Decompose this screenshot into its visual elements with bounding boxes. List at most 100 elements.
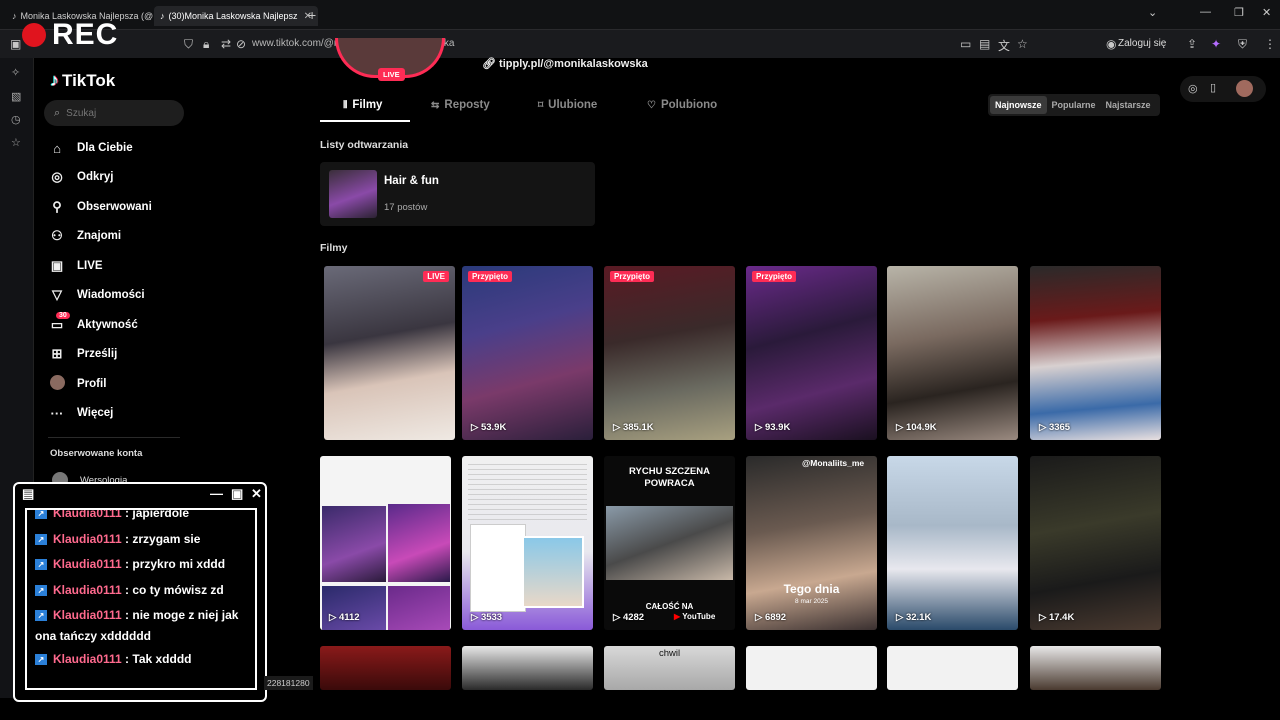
tiktok-tab-icon: ♪ [12, 11, 17, 21]
chat-username: Klaudia0111 [53, 582, 122, 597]
video-thumb-5[interactable]: ▷ 104.9K [887, 266, 1018, 440]
history-icon[interactable]: ◷ [11, 113, 21, 126]
shield-icon[interactable]: ⛉ [184, 37, 193, 52]
avatar[interactable] [1236, 80, 1253, 97]
phone-icon[interactable]: ▯ [1210, 81, 1216, 94]
sidebar-item-more[interactable]: ··· Więcej [48, 402, 114, 424]
compass-icon[interactable]: ◎ [1188, 82, 1198, 95]
minimize-icon[interactable]: — [1200, 6, 1211, 18]
login-button[interactable]: Zaloguj się [1118, 38, 1166, 49]
tab-label: Polubiono [660, 99, 718, 111]
sidebar-item-explore[interactable]: ◎ Odkryj [48, 166, 113, 188]
video-thumb-1[interactable]: LIVE [324, 266, 455, 440]
bookmark-star-icon[interactable]: ☆ [1017, 37, 1028, 51]
sidebar-item-following[interactable]: ⚲ Obserwowani [48, 196, 152, 218]
video-collage-tile [388, 586, 450, 630]
video-thumb-11[interactable]: ▷ 32.1K [887, 456, 1018, 630]
sidebar-item-label: Dla Ciebie [77, 142, 133, 154]
sidebar-item-upload[interactable]: ⊞ Prześlij [48, 343, 118, 365]
sidebar-item-messages[interactable]: ▽ Wiadomości [48, 284, 145, 306]
translate-icon[interactable]: 文 [998, 37, 1010, 54]
collections-icon[interactable]: ▧ [11, 90, 21, 103]
search-input[interactable] [66, 107, 167, 119]
video-thumb-13[interactable] [320, 646, 451, 690]
ai-sparkle-icon[interactable]: ✧ [11, 66, 20, 79]
compass-icon: ◎ [51, 169, 63, 184]
tab-videos[interactable]: ⦀ Filmy [343, 99, 382, 111]
favorites-star-icon[interactable]: ☆ [11, 136, 21, 149]
video-thumb-2[interactable]: Przypięto ▷ 53.9K [462, 266, 593, 440]
active-tab-indicator [320, 120, 410, 122]
search-box[interactable]: ⌕ [44, 100, 184, 126]
lock-icon[interactable]: 🔒︎ [203, 37, 209, 52]
sidebar-item-live[interactable]: ▣ LIVE [48, 255, 103, 277]
sidebar-item-profile[interactable]: Profil [48, 373, 106, 395]
extension-icon[interactable]: ✦ [1211, 37, 1221, 51]
video-thumb-3[interactable]: Przypięto ▷ 385.1K [604, 266, 735, 440]
shield-extension-icon[interactable]: ⛨ [1238, 37, 1247, 52]
video-overlay-date: 8 mar 2025 [795, 598, 828, 605]
reader-icon[interactable]: ▤ [979, 37, 990, 51]
new-tab-icon[interactable]: + [308, 7, 316, 23]
live-icon: ▣ [50, 258, 64, 273]
chat-message: ↗ Klaudia0111 : przykro mi xddd [27, 552, 255, 578]
sort-popular-button[interactable]: Popularne [1047, 96, 1101, 114]
video-thumb-17[interactable] [887, 646, 1018, 690]
tab-reposts[interactable]: ⇆ Reposty [431, 99, 490, 111]
video-thumb-7[interactable]: ▷ 4112 [320, 456, 451, 630]
user-badge-icon: ↗ [35, 610, 47, 622]
profile-link[interactable]: 🔗︎ tipply.pl/@monikalaskowska [482, 57, 648, 70]
chat-minimize-icon[interactable]: — [210, 486, 223, 501]
chat-maximize-icon[interactable]: ▣ [231, 486, 243, 502]
video-views: ▷ 4282 [613, 612, 645, 623]
permissions-icon[interactable]: ⇄ [221, 37, 231, 51]
playlists-heading: Listy odtwarzania [320, 139, 409, 151]
youtube-label: YouTube [682, 612, 716, 621]
youtube-play-icon: ▶ [674, 612, 681, 621]
tracking-icon[interactable]: ⊘ [236, 37, 246, 51]
sidebar-item-for-you[interactable]: ⌂ Dla Ciebie [48, 137, 133, 159]
sidebar-item-activity[interactable]: ▭ 30 Aktywność [48, 312, 138, 336]
video-thumb-9[interactable]: RYCHU SZCZENA POWRACA CAŁOŚĆ NA ▶ YouTub… [604, 456, 735, 630]
playlist-card[interactable]: Hair & fun 17 postów [320, 162, 595, 226]
sidebar-toggle-icon[interactable]: ▣ [10, 37, 21, 51]
tab-list-chevron-icon[interactable]: ⌄ [1148, 6, 1157, 19]
video-thumb-14[interactable] [462, 646, 593, 690]
tiktok-logo[interactable]: ♪ TikTok [50, 70, 115, 91]
video-thumb-12[interactable]: ▷ 17.4K [1030, 456, 1161, 630]
tab-favorites[interactable]: ⌑ Ulubione [538, 99, 597, 111]
chat-text: : Tak xdddd [121, 652, 192, 666]
share-icon[interactable]: ⇪ [1187, 37, 1197, 51]
video-thumb-6[interactable]: ▷ 3365 [1030, 266, 1161, 440]
video-thumb-8[interactable]: ▷ 3533 [462, 456, 593, 630]
sort-oldest-button[interactable]: Najstarsze [1101, 96, 1156, 114]
menu-icon[interactable]: ⋮ [1264, 37, 1276, 51]
video-view-count: 17.4K [1048, 612, 1075, 623]
video-thumb-10[interactable]: @Monaliits_me Tego dnia 8 mar 2025 ▷ 689… [746, 456, 877, 630]
sidebar-item-friends[interactable]: ⚇ Znajomi [48, 225, 121, 247]
heart-icon: ♡ [647, 99, 656, 111]
video-collage-tile [322, 506, 386, 582]
close-window-icon[interactable]: ✕ [1262, 6, 1271, 19]
videos-heading: Filmy [320, 242, 348, 254]
video-thumb-18[interactable] [1030, 646, 1161, 690]
chat-username: Klaudia0111 [53, 508, 122, 520]
media-icon[interactable]: ▭ [960, 37, 971, 51]
maximize-icon[interactable]: ❐ [1234, 6, 1244, 19]
user-badge-icon: ↗ [35, 533, 47, 545]
chat-text: : przykro mi xddd [121, 557, 226, 571]
sidebar-item-label: Obserwowani [77, 201, 152, 213]
tab-liked[interactable]: ♡ Polubiono [647, 99, 717, 111]
video-views: ▷ 4112 [329, 612, 360, 623]
video-thumb-4[interactable]: Przypięto ▷ 93.9K [746, 266, 877, 440]
chat-close-icon[interactable]: ✕ [251, 486, 262, 502]
browser-toolbar: ▣ ⛉ 🔒︎ ⇄ ⊘ www.tiktok.com/@najlepszamoni… [0, 30, 1280, 58]
browser-tab-2[interactable]: ♪ (30)Monika Laskowska Najlepsz ✕ [154, 6, 318, 26]
chat-username: Klaudia0111 [53, 652, 122, 666]
sort-newest-button[interactable]: Najnowsze [990, 96, 1047, 114]
account-icon: ◉ [1106, 37, 1117, 51]
video-views: ▷ 3365 [1039, 422, 1071, 433]
video-thumb-16[interactable] [746, 646, 877, 690]
video-views: ▷ 17.4K [1039, 612, 1075, 623]
video-thumb-15[interactable]: chwil [604, 646, 735, 690]
